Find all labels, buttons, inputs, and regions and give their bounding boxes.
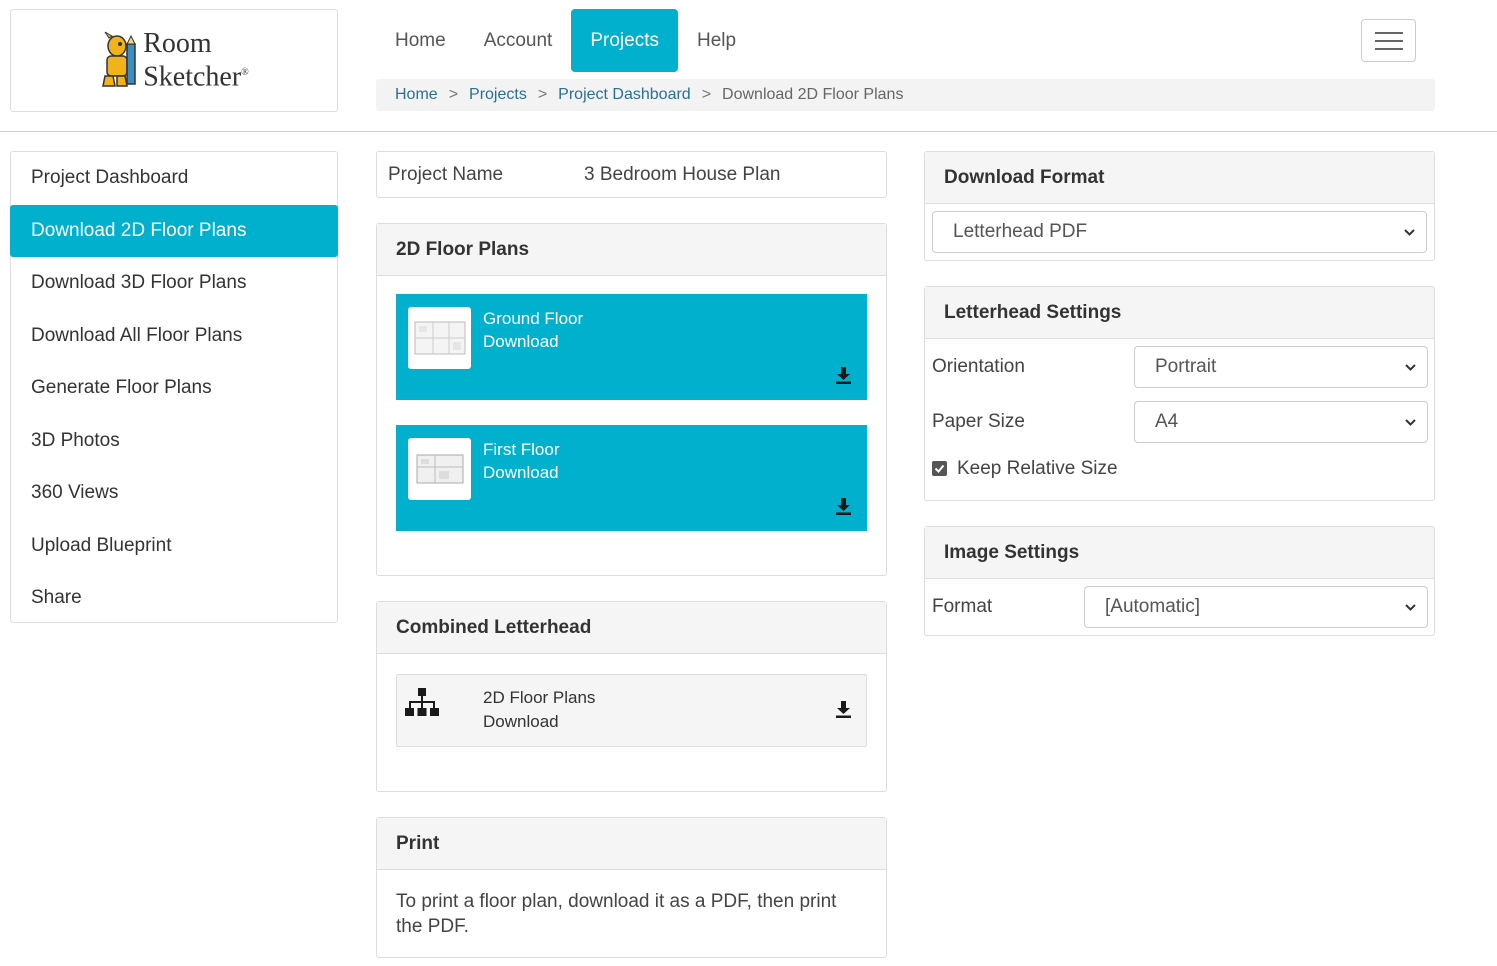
hamburger-menu-button[interactable] [1361, 19, 1416, 62]
floor-plans-title: 2D Floor Plans [377, 224, 886, 276]
breadcrumb-project-dashboard[interactable]: Project Dashboard [558, 86, 691, 104]
first-floor-name: First Floor [483, 440, 560, 459]
floor-plan-thumbnail [408, 307, 471, 369]
first-floor-action: Download [483, 463, 559, 482]
sidebar: Project Dashboard Download 2D Floor Plan… [10, 151, 338, 623]
keep-relative-size-label[interactable]: Keep Relative Size [957, 458, 1118, 480]
breadcrumb-separator: > [448, 86, 459, 103]
chevron-down-icon [1405, 364, 1416, 371]
project-name-value: 3 Bedroom House Plan [584, 163, 781, 185]
orientation-label: Orientation [932, 356, 1025, 377]
breadcrumb-projects[interactable]: Projects [469, 86, 527, 104]
nav-home[interactable]: Home [376, 9, 465, 72]
sidebar-item-download-3d[interactable]: Download 3D Floor Plans [11, 257, 337, 310]
chevron-down-icon [1404, 229, 1415, 236]
floor-plan-thumbnail [408, 438, 471, 500]
logo-wordmark: Room Sketcher® [143, 29, 249, 91]
image-format-label: Format [932, 596, 993, 617]
sidebar-item-download-2d[interactable]: Download 2D Floor Plans [10, 204, 338, 257]
combined-card-name: 2D Floor Plans [483, 688, 596, 707]
image-settings-panel: Image Settings Format [Automatic] [924, 526, 1435, 636]
hamburger-line [1374, 31, 1403, 34]
paper-size-label: Paper Size [932, 411, 1025, 432]
sidebar-item-download-all[interactable]: Download All Floor Plans [11, 310, 337, 363]
breadcrumb-home[interactable]: Home [395, 86, 438, 104]
image-format-select[interactable]: [Automatic] [1084, 586, 1428, 628]
chevron-down-icon [1405, 419, 1416, 426]
combined-card-text: 2D Floor Plans Download [483, 686, 595, 734]
download-format-value: Letterhead PDF [953, 221, 1088, 242]
ground-floor-text: Ground Floor Download [483, 307, 583, 353]
letterhead-settings-panel: Letterhead Settings Orientation Portrait… [924, 286, 1435, 501]
ground-floor-card[interactable]: Ground Floor Download [396, 294, 867, 400]
hamburger-line [1374, 47, 1403, 50]
download-icon[interactable] [836, 498, 851, 515]
nav-projects[interactable]: Projects [571, 9, 678, 72]
sitemap-icon [405, 688, 439, 716]
image-format-value: [Automatic] [1105, 596, 1201, 617]
keep-relative-size-checkbox[interactable] [932, 461, 947, 476]
breadcrumb-separator: > [701, 86, 712, 103]
orientation-value: Portrait [1155, 356, 1217, 377]
roomsketcher-logo: Room Sketcher® [99, 29, 249, 92]
sidebar-item-upload-blueprint[interactable]: Upload Blueprint [11, 520, 337, 573]
letterhead-settings-title: Letterhead Settings [925, 287, 1434, 339]
image-settings-title: Image Settings [925, 527, 1434, 579]
hamburger-line [1374, 39, 1403, 42]
ground-floor-name: Ground Floor [483, 309, 584, 328]
breadcrumb-current: Download 2D Floor Plans [722, 86, 904, 103]
breadcrumb: Home > Projects > Project Dashboard > Do… [376, 79, 1435, 111]
header-divider [0, 131, 1497, 132]
floor-plans-panel: 2D Floor Plans Ground Floor Download Fir… [376, 223, 887, 576]
combined-letterhead-panel: Combined Letterhead 2D Floor Plans Downl… [376, 601, 887, 792]
combined-card-action: Download [483, 712, 559, 731]
sketcher-mascot-icon [102, 32, 137, 88]
sidebar-item-project-dashboard[interactable]: Project Dashboard [11, 152, 337, 205]
orientation-select[interactable]: Portrait [1134, 346, 1428, 388]
top-nav: Home Account Projects Help [376, 9, 755, 72]
ground-floor-action: Download [483, 332, 559, 351]
download-icon[interactable] [836, 701, 851, 718]
download-format-title: Download Format [925, 152, 1434, 204]
download-icon[interactable] [836, 367, 851, 384]
project-name-label: Project Name [388, 163, 504, 185]
combined-floor-plans-card[interactable]: 2D Floor Plans Download [396, 674, 867, 747]
print-title: Print [377, 818, 886, 870]
download-format-panel: Download Format Letterhead PDF [924, 151, 1435, 261]
sidebar-item-share[interactable]: Share [11, 572, 337, 625]
sidebar-item-generate[interactable]: Generate Floor Plans [11, 362, 337, 415]
project-name-panel: Project Name 3 Bedroom House Plan [376, 151, 887, 198]
print-instructions: To print a floor plan, download it as a … [396, 891, 837, 937]
chevron-down-icon [1405, 604, 1416, 611]
paper-size-value: A4 [1155, 411, 1179, 432]
logo-line2: Sketcher [143, 61, 242, 93]
logo-line1: Room [143, 28, 212, 60]
nav-help[interactable]: Help [678, 9, 755, 72]
print-panel: Print To print a floor plan, download it… [376, 817, 887, 958]
checkmark-icon [934, 464, 945, 473]
first-floor-card[interactable]: First Floor Download [396, 425, 867, 531]
sidebar-item-3d-photos[interactable]: 3D Photos [11, 415, 337, 468]
logo-box[interactable]: Room Sketcher® [10, 9, 338, 112]
logo-registered-mark: ® [241, 67, 249, 79]
paper-size-select[interactable]: A4 [1134, 401, 1428, 443]
sidebar-item-360-views[interactable]: 360 Views [11, 467, 337, 520]
nav-account[interactable]: Account [465, 9, 572, 72]
breadcrumb-separator: > [537, 86, 548, 103]
download-format-select[interactable]: Letterhead PDF [932, 211, 1427, 253]
combined-letterhead-title: Combined Letterhead [377, 602, 886, 654]
first-floor-text: First Floor Download [483, 438, 560, 484]
